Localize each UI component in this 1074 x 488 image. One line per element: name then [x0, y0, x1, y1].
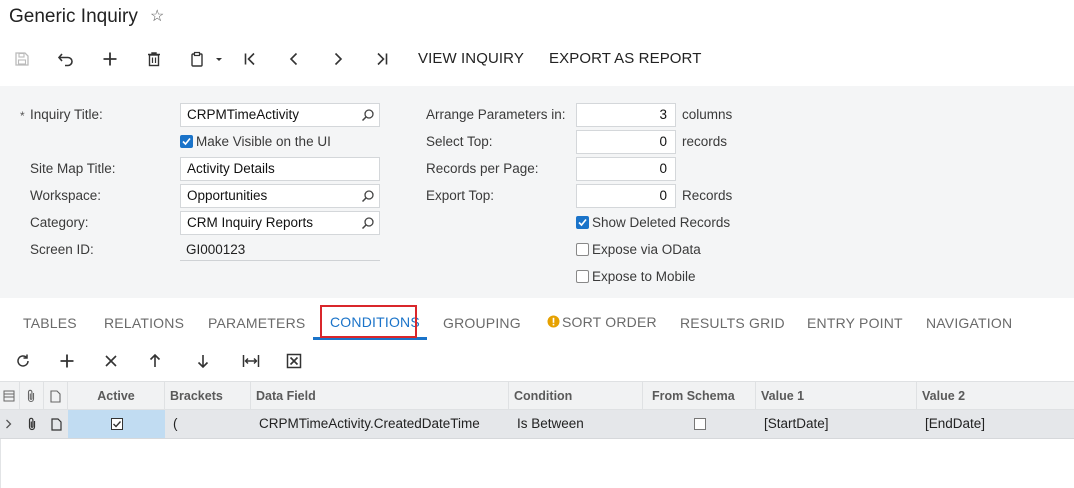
refresh-icon[interactable]	[12, 350, 34, 372]
records-per-page-label: Records per Page:	[426, 161, 539, 176]
active-checkbox[interactable]	[110, 418, 123, 430]
arrange-parameters-field[interactable]: 3	[576, 103, 676, 127]
value2-cell[interactable]: [EndDate]	[917, 410, 1074, 438]
site-map-title-field[interactable]: Activity Details	[180, 157, 380, 181]
export-as-report-button[interactable]: EXPORT AS REPORT	[549, 50, 702, 68]
workspace-label: Workspace:	[30, 188, 102, 203]
export-records-unit: Records	[682, 188, 733, 203]
grid-empty-area	[0, 439, 1074, 488]
expose-mobile-label: Expose to Mobile	[592, 269, 696, 284]
category-label: Category:	[30, 215, 89, 230]
site-map-title-value: Activity Details	[187, 161, 275, 176]
select-top-label: Select Top:	[426, 134, 493, 149]
expose-mobile-checkbox[interactable]	[576, 270, 589, 283]
from-schema-checkbox[interactable]	[693, 418, 706, 430]
make-visible-label: Make Visible on the UI	[196, 134, 331, 149]
export-top-label: Export Top:	[426, 188, 495, 203]
search-icon[interactable]	[361, 188, 375, 210]
inquiry-title-field[interactable]: CRPMTimeActivity	[180, 103, 380, 127]
show-deleted-checkbox[interactable]	[576, 216, 589, 229]
col-data-field[interactable]: Data Field	[251, 382, 509, 410]
last-record-icon[interactable]	[370, 47, 394, 71]
tab-grouping[interactable]: GROUPING	[443, 315, 521, 331]
records-per-page-field[interactable]: 0	[576, 157, 676, 181]
tab-sort-order[interactable]: SORT ORDER	[562, 314, 657, 330]
condition-cell[interactable]: Is Between	[509, 410, 643, 438]
warning-icon	[547, 315, 560, 331]
save-icon[interactable]	[10, 47, 34, 71]
tab-results-grid[interactable]: RESULTS GRID	[680, 315, 785, 331]
from-schema-cell[interactable]	[643, 410, 756, 438]
select-top-field[interactable]: 0	[576, 130, 676, 154]
search-icon[interactable]	[361, 215, 375, 237]
clipboard-dropdown-icon[interactable]	[186, 47, 226, 71]
search-icon[interactable]	[361, 107, 375, 129]
tab-entry-point[interactable]: ENTRY POINT	[807, 315, 903, 331]
screen-id-field: GI000123	[180, 239, 380, 261]
highlight-box	[320, 305, 417, 338]
attachment-icon[interactable]	[20, 410, 44, 438]
active-cell[interactable]	[68, 410, 165, 438]
table-row[interactable]: ( CRPMTimeActivity.CreatedDateTime Is Be…	[0, 410, 1074, 439]
col-value2[interactable]: Value 2	[917, 382, 1074, 410]
required-marker: *	[20, 109, 25, 123]
workspace-value: Opportunities	[187, 188, 268, 203]
add-icon[interactable]	[98, 47, 122, 71]
inquiry-title-label: Inquiry Title:	[30, 107, 103, 122]
view-inquiry-button[interactable]: VIEW INQUIRY	[418, 50, 524, 68]
tab-parameters[interactable]: PARAMETERS	[208, 315, 305, 331]
expose-odata-label: Expose via OData	[592, 242, 701, 257]
export-excel-icon[interactable]	[283, 350, 305, 372]
next-record-icon[interactable]	[326, 47, 350, 71]
col-brackets[interactable]: Brackets	[165, 382, 251, 410]
first-record-icon[interactable]	[238, 47, 262, 71]
tab-navigation[interactable]: NAVIGATION	[926, 315, 1012, 331]
col-condition[interactable]: Condition	[509, 382, 643, 410]
move-up-icon[interactable]	[144, 350, 166, 372]
delete-row-icon[interactable]	[100, 350, 122, 372]
tab-relations[interactable]: RELATIONS	[104, 315, 184, 331]
tab-tables[interactable]: TABLES	[23, 315, 77, 331]
row-selector-icon[interactable]	[0, 410, 20, 438]
fit-columns-icon[interactable]	[240, 350, 262, 372]
screen-id-label: Screen ID:	[30, 242, 94, 257]
site-map-title-label: Site Map Title:	[30, 161, 116, 176]
col-active[interactable]: Active	[68, 382, 165, 410]
value1-cell[interactable]: [StartDate]	[756, 410, 917, 438]
attachment-header-icon	[20, 382, 44, 410]
workspace-field[interactable]: Opportunities	[180, 184, 380, 208]
row-selector-header[interactable]	[0, 382, 20, 410]
screen-id-value: GI000123	[186, 242, 246, 257]
data-field-cell[interactable]: CRPMTimeActivity.CreatedDateTime	[251, 410, 509, 438]
show-deleted-label: Show Deleted Records	[592, 215, 731, 230]
category-value: CRM Inquiry Reports	[187, 215, 314, 230]
note-icon[interactable]	[44, 410, 68, 438]
delete-icon[interactable]	[142, 47, 166, 71]
category-field[interactable]: CRM Inquiry Reports	[180, 211, 380, 235]
brackets-cell[interactable]: (	[165, 410, 251, 438]
note-header-icon	[44, 382, 68, 410]
arrange-parameters-label: Arrange Parameters in:	[426, 107, 566, 122]
page-title: Generic Inquiry	[9, 6, 138, 27]
expose-odata-checkbox[interactable]	[576, 243, 589, 256]
col-from-schema[interactable]: From Schema	[643, 382, 756, 410]
favorite-star-icon[interactable]: ☆	[150, 8, 164, 26]
export-top-field[interactable]: 0	[576, 184, 676, 208]
inquiry-title-value: CRPMTimeActivity	[187, 107, 300, 122]
undo-icon[interactable]	[54, 47, 78, 71]
col-value1[interactable]: Value 1	[756, 382, 917, 410]
add-row-icon[interactable]	[56, 350, 78, 372]
make-visible-checkbox[interactable]	[180, 135, 193, 148]
records-unit: records	[682, 134, 728, 149]
move-down-icon[interactable]	[192, 350, 214, 372]
previous-record-icon[interactable]	[282, 47, 306, 71]
columns-unit: columns	[682, 107, 733, 122]
grid-header: Active Brackets Data Field Condition Fro…	[0, 381, 1074, 410]
